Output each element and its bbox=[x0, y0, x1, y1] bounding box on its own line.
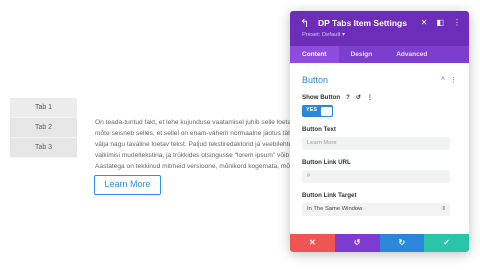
content-line: On teada-tuntud fakt, et lehe kujunduse … bbox=[95, 119, 292, 126]
section-controls: ˄ ⋮ bbox=[441, 76, 457, 84]
undo-icon: ↺ bbox=[353, 238, 361, 247]
show-button-label: Show Button bbox=[302, 94, 341, 101]
save-button[interactable]: ✓ bbox=[424, 234, 469, 252]
settings-panel: ↰ DP Tabs Item Settings Preset: Default … bbox=[290, 11, 469, 252]
cancel-button[interactable]: ✕ bbox=[290, 234, 335, 252]
content-line: valkimisi mudeltekstina, ja trükkides ot… bbox=[95, 152, 290, 159]
tab-content[interactable]: Content bbox=[290, 46, 339, 63]
check-icon: ✓ bbox=[443, 238, 450, 247]
chevron-up-icon[interactable]: ˄ bbox=[441, 76, 445, 84]
layout-icon[interactable]: ◧ bbox=[436, 18, 444, 27]
button-text-label: Button Text bbox=[302, 126, 336, 133]
close-icon[interactable]: ✕ bbox=[421, 18, 428, 27]
toggle-label: YES bbox=[306, 107, 318, 113]
select-value: In The Same Window bbox=[307, 206, 363, 212]
field-more-icon[interactable]: ⋮ bbox=[367, 94, 373, 101]
button-link-target-label: Button Link Target bbox=[302, 192, 357, 199]
content-line: välja nagu tavaline loetav tekst. Paljud… bbox=[95, 141, 293, 148]
preset-selector[interactable]: Preset: Default ▾ bbox=[302, 32, 345, 38]
reset-icon[interactable]: ↺ bbox=[356, 94, 361, 101]
redo-button[interactable]: ↻ bbox=[379, 234, 425, 252]
button-link-target-select[interactable]: In The Same Window ⇕ bbox=[302, 203, 450, 216]
section-more-icon[interactable]: ⋮ bbox=[450, 76, 457, 84]
tab-advanced[interactable]: Advanced bbox=[384, 46, 439, 63]
learn-more-button[interactable]: Learn More bbox=[94, 175, 161, 195]
redo-icon: ↻ bbox=[398, 238, 406, 247]
header-icons: ✕ ◧ ⋮ bbox=[421, 18, 461, 27]
panel-footer: ✕ ↺ ↻ ✓ bbox=[290, 234, 469, 252]
preview-tab-1[interactable]: Tab 1 bbox=[10, 98, 77, 118]
section-header[interactable]: Button ˄ ⋮ bbox=[302, 75, 457, 85]
panel-header: ↰ DP Tabs Item Settings Preset: Default … bbox=[290, 11, 469, 46]
preview-tabs: Tab 1 Tab 2 Tab 3 bbox=[10, 98, 77, 158]
section-title: Button bbox=[302, 75, 329, 85]
close-icon: ✕ bbox=[309, 238, 316, 247]
content-line: mõte seisneb selles, et sellel on enam-v… bbox=[95, 130, 292, 137]
button-text-input[interactable]: Learn More bbox=[302, 137, 450, 150]
more-icon[interactable]: ⋮ bbox=[453, 18, 461, 27]
back-arrow-icon[interactable]: ↰ bbox=[300, 17, 309, 30]
panel-title: DP Tabs Item Settings bbox=[318, 18, 407, 28]
help-icon[interactable]: ? bbox=[346, 95, 350, 101]
button-section: Button ˄ ⋮ Show Button ? ↺ ⋮ YES Button … bbox=[290, 63, 469, 216]
button-link-url-label: Button Link URL bbox=[302, 159, 351, 166]
panel-tabs: Content Design Advanced bbox=[290, 46, 469, 63]
show-button-toggle[interactable]: YES bbox=[302, 105, 333, 117]
toggle-knob bbox=[320, 106, 332, 116]
button-link-url-input[interactable]: # bbox=[302, 170, 450, 183]
tab-content: On teada-tuntud fakt, et lehe kujunduse … bbox=[95, 117, 305, 172]
content-line: Aastatega on tekkinud mitmeid versioone,… bbox=[95, 163, 296, 170]
undo-button[interactable]: ↺ bbox=[334, 234, 380, 252]
tab-design[interactable]: Design bbox=[339, 46, 385, 63]
preview-tab-3[interactable]: Tab 3 bbox=[10, 138, 77, 158]
show-button-label-row: Show Button ? ↺ ⋮ bbox=[302, 94, 457, 101]
preview-tab-2[interactable]: Tab 2 bbox=[10, 118, 77, 138]
page: Tab 1 Tab 2 Tab 3 On teada-tuntud fakt, … bbox=[0, 0, 480, 270]
select-arrows-icon: ⇕ bbox=[441, 206, 446, 212]
